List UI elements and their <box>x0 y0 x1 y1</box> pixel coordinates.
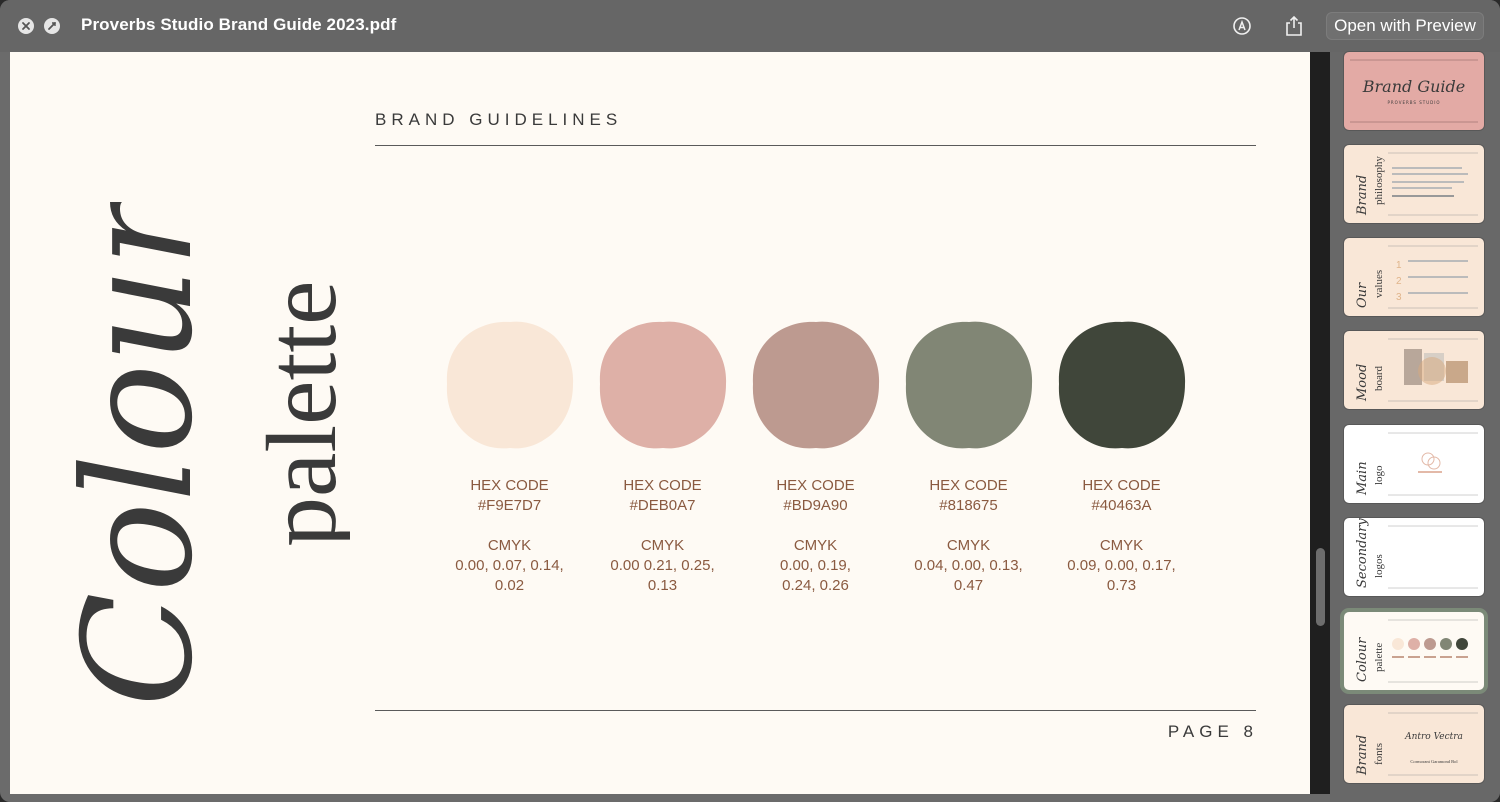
colour-palette-title: Colour palette <box>52 202 350 707</box>
thumbnail-image: Brand fonts Antro Vectra Cormorant Garamond… <box>1355 712 1478 776</box>
svg-text:philosophy: philosophy <box>1373 156 1385 205</box>
close-button[interactable] <box>18 18 34 34</box>
page-thumbnail-3[interactable]: Our values 1 2 3 <box>1344 238 1484 316</box>
cmyk-line-1: 0.00, 0.07, 0.14, <box>455 557 564 574</box>
thumbnail-image: Main logo <box>1355 432 1478 496</box>
cmyk-label: CMYK <box>487 537 532 554</box>
svg-text:palette: palette <box>1373 643 1385 672</box>
svg-text:logos: logos <box>1373 554 1385 578</box>
swatch-5: HEX CODE #40463A CMYK 0.09, 0.00, 0.17, 0.73 <box>1045 320 1198 596</box>
page-scroll-gutter <box>1310 52 1330 794</box>
page-number: PAGE 8 <box>1167 722 1258 741</box>
thumbnail-image: Our values 1 2 3 <box>1355 245 1478 309</box>
cmyk-label: CMYK <box>793 537 838 554</box>
svg-text:board: board <box>1373 365 1385 391</box>
svg-text:Main: Main <box>1355 461 1370 496</box>
cmyk-label: CMYK <box>1099 537 1144 554</box>
svg-text:Brand Guide: Brand Guide <box>1362 77 1466 96</box>
page-thumbnail-7[interactable]: Colour palette <box>1344 612 1484 690</box>
svg-text:fonts: fonts <box>1373 743 1385 765</box>
bottom-divider <box>375 710 1256 711</box>
cmyk-line-2: 0.02 <box>494 577 525 594</box>
hex-value: #DEB0A7 <box>629 497 696 514</box>
swatch-4: HEX CODE #818675 CMYK 0.04, 0.00, 0.13, 0.47 <box>892 320 1045 596</box>
top-divider <box>375 145 1256 146</box>
hex-label: HEX CODE <box>929 477 1008 494</box>
markup-button[interactable] <box>1229 13 1255 39</box>
close-icon <box>22 22 30 30</box>
pdf-page: BRAND GUIDELINES Colour palette HEX CODE… <box>10 52 1310 794</box>
cmyk-line-2: 0.24, 0.26 <box>782 577 849 594</box>
svg-text:Secondary: Secondary <box>1355 518 1370 588</box>
page-thumbnail-1[interactable]: Brand Guide PROVERBS STUDIO <box>1344 52 1484 130</box>
hex-value: #F9E7D7 <box>477 497 542 514</box>
cmyk-label: CMYK <box>640 537 685 554</box>
cmyk-line-1: 0.04, 0.00, 0.13, <box>914 557 1023 574</box>
hex-value: #818675 <box>939 497 998 514</box>
cmyk-line-2: 0.47 <box>953 577 984 594</box>
hex-value: #BD9A90 <box>783 497 848 514</box>
cmyk-line-2: 0.73 <box>1106 577 1137 594</box>
title-script-word: Colour <box>52 202 226 707</box>
page-heading: BRAND GUIDELINES <box>375 110 623 129</box>
swatch-circle <box>905 321 1032 449</box>
page-thumbnail-8[interactable]: Brand fonts Antro Vectra Cormorant Garamond… <box>1344 705 1484 783</box>
fullscreen-button[interactable] <box>44 18 60 34</box>
thumbnail-image: Mood board <box>1355 338 1478 402</box>
svg-text:values: values <box>1373 270 1385 298</box>
svg-text:Mood: Mood <box>1355 364 1370 402</box>
share-icon <box>1286 15 1302 36</box>
svg-text:Brand: Brand <box>1355 735 1370 776</box>
open-with-preview-button[interactable]: Open with Preview <box>1326 12 1484 40</box>
page-thumbnail-2[interactable]: Brand philosophy <box>1344 145 1484 223</box>
swatch-2: HEX CODE #DEB0A7 CMYK 0.00 0.21, 0.25, 0.13 <box>586 320 739 596</box>
page-thumbnail-6[interactable]: Secondary logos <box>1344 518 1484 596</box>
cmyk-line-1: 0.00 0.21, 0.25, <box>610 557 715 574</box>
cmyk-line-1: 0.00, 0.19, <box>780 557 851 574</box>
markup-pen-icon <box>1233 17 1251 35</box>
preview-window: Proverbs Studio Brand Guide 2023.pdf Ope… <box>0 0 1500 802</box>
swatch-circle <box>599 321 726 449</box>
thumbnail-sidebar: Brand Guide PROVERBS STUDIO Brand philosoph… <box>1330 52 1500 802</box>
share-button[interactable] <box>1281 13 1307 39</box>
cmyk-line-2: 0.13 <box>647 577 678 594</box>
cmyk-label: CMYK <box>946 537 991 554</box>
svg-text:PROVERBS STUDIO: PROVERBS STUDIO <box>1387 100 1440 105</box>
thumbnail-image: Brand Guide PROVERBS STUDIO <box>1350 59 1478 123</box>
hex-label: HEX CODE <box>776 477 855 494</box>
svg-text:2: 2 <box>1396 276 1402 287</box>
swatch-3: HEX CODE #BD9A90 CMYK 0.00, 0.19, 0.24, 0.26 <box>739 320 892 596</box>
thumbnail-image: Secondary logos <box>1355 518 1478 589</box>
window-title: Proverbs Studio Brand Guide 2023.pdf <box>81 15 397 34</box>
scrollbar-thumb[interactable] <box>1316 548 1325 626</box>
thumbnail-image: Colour palette <box>1355 619 1478 683</box>
page-thumbnail-5[interactable]: Main logo <box>1344 425 1484 503</box>
hex-label: HEX CODE <box>470 477 549 494</box>
swatch-circle <box>1058 321 1185 449</box>
svg-text:Antro Vectra: Antro Vectra <box>1404 732 1463 742</box>
title-bar: Proverbs Studio Brand Guide 2023.pdf Ope… <box>0 0 1500 52</box>
cmyk-line-1: 0.09, 0.00, 0.17, <box>1067 557 1176 574</box>
swatch-circle <box>752 321 879 449</box>
svg-text:Colour: Colour <box>1355 637 1370 682</box>
hex-label: HEX CODE <box>1082 477 1161 494</box>
hex-value: #40463A <box>1091 497 1152 514</box>
page-thumbnail-4[interactable]: Mood board <box>1344 331 1484 409</box>
thumbnail-image: Brand philosophy <box>1355 152 1478 216</box>
swatch-1: HEX CODE #F9E7D7 CMYK 0.00, 0.07, 0.14, 0.02 <box>433 320 586 596</box>
swatch-circle <box>446 321 573 449</box>
hex-label: HEX CODE <box>623 477 702 494</box>
svg-text:3: 3 <box>1396 292 1402 303</box>
svg-text:Our: Our <box>1355 282 1370 308</box>
svg-text:Brand: Brand <box>1355 175 1370 216</box>
svg-text:logo: logo <box>1373 465 1385 485</box>
title-serif-word: palette <box>246 280 350 547</box>
fullscreen-icon <box>48 22 56 30</box>
svg-text:1: 1 <box>1396 260 1402 271</box>
svg-text:Cormorant Garamond Bol: Cormorant Garamond Bol <box>1410 759 1458 764</box>
